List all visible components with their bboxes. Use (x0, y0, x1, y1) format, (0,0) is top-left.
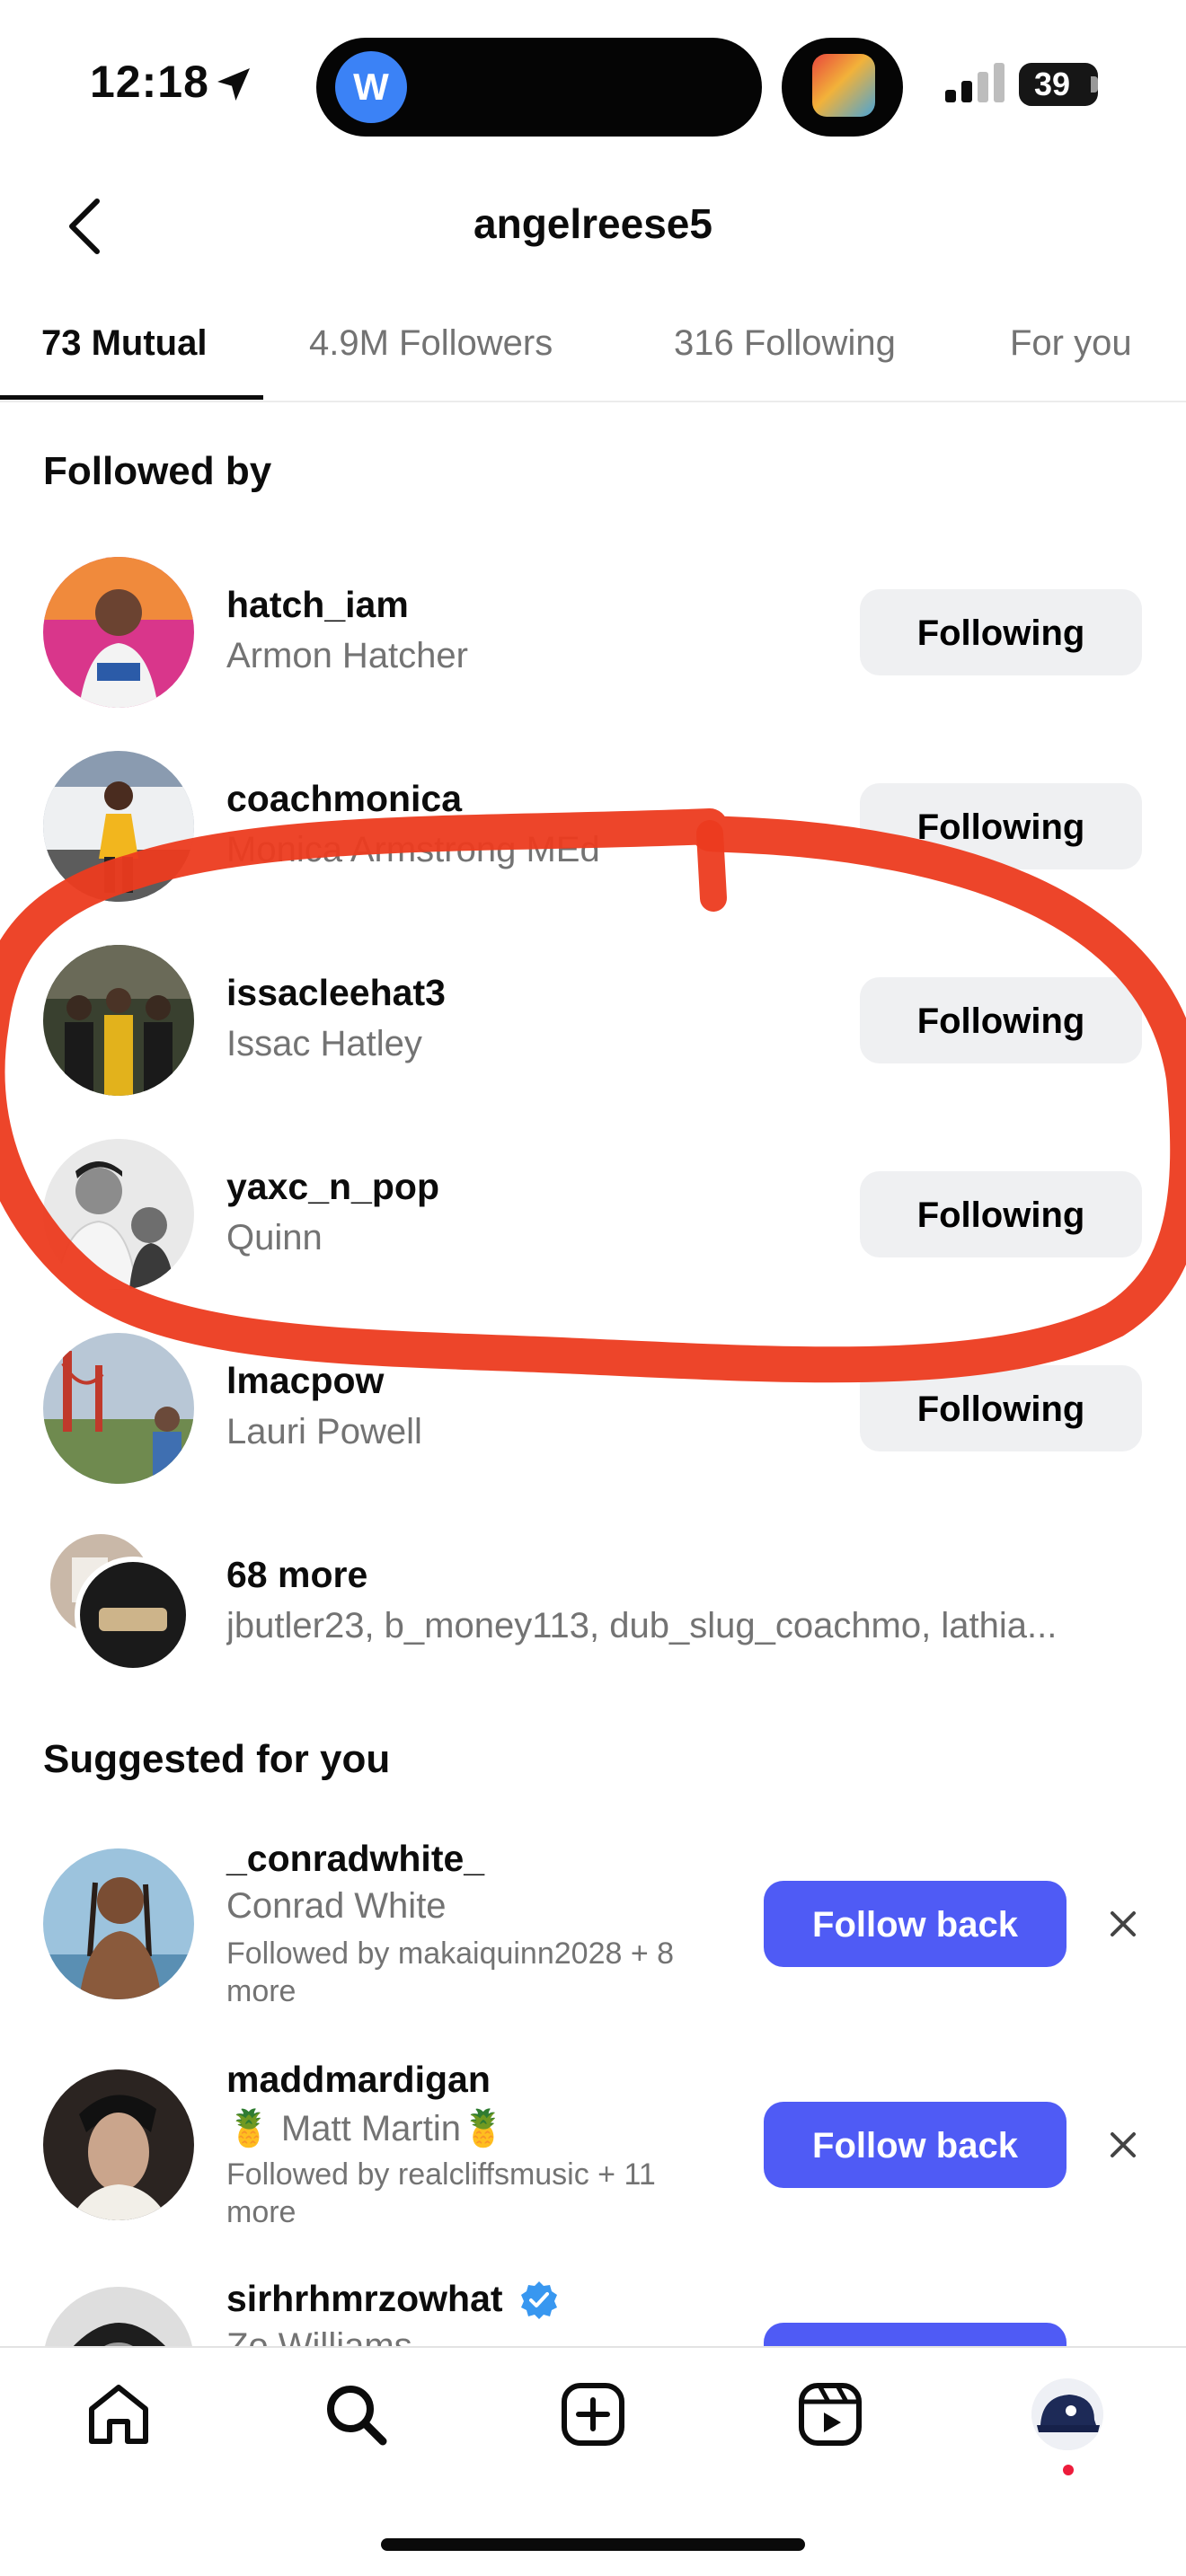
cellular-signal-icon (945, 63, 1005, 102)
username[interactable]: _conradwhite_ (226, 1838, 484, 1880)
username[interactable]: issacleehat3 (226, 972, 446, 1014)
stacked-avatars[interactable] (45, 1531, 198, 1674)
more-count[interactable]: 68 more (226, 1554, 367, 1596)
mutual-followers: Followed by makaiquinn2028 + 8 more (226, 1936, 675, 2008)
tabs-divider (0, 401, 1186, 402)
avatar[interactable] (43, 1139, 194, 1290)
tab-mutual[interactable]: 73 Mutual (41, 323, 207, 364)
full-name: Monica Armstrong MEd (226, 830, 600, 869)
username[interactable]: sirhrhmrzowhat (226, 2278, 503, 2320)
suggested-heading: Suggested for you (43, 1737, 391, 1781)
full-name: Lauri Powell (226, 1412, 422, 1451)
search-icon[interactable] (320, 2378, 392, 2450)
home-indicator[interactable] (381, 2538, 805, 2551)
tab-followers[interactable]: 4.9M Followers (309, 323, 553, 364)
profile-avatar[interactable] (1031, 2378, 1103, 2450)
more-usernames: jbutler23, b_money113, dub_slug_coachmo,… (226, 1606, 1058, 1645)
following-button[interactable]: Following (860, 1171, 1142, 1257)
follow-back-button[interactable]: Follow back (764, 2102, 1067, 2188)
active-tab-indicator (0, 395, 263, 400)
username[interactable]: hatch_iam (226, 584, 409, 626)
following-button[interactable]: Following (860, 783, 1142, 869)
avatar[interactable] (43, 1848, 194, 1999)
reels-icon[interactable] (794, 2378, 866, 2450)
followed-by-heading: Followed by (43, 449, 272, 493)
dismiss-icon[interactable] (1103, 2125, 1143, 2165)
follow-back-button[interactable]: Follow back (764, 1881, 1067, 1967)
battery-tip (1091, 76, 1098, 93)
notification-dot (1063, 2465, 1074, 2475)
following-button[interactable]: Following (860, 589, 1142, 675)
dismiss-icon[interactable] (1103, 1904, 1143, 1944)
username[interactable]: yaxc_n_pop (226, 1166, 439, 1208)
page-title: angelreese5 (474, 200, 712, 247)
island-app-badge: W (335, 51, 407, 123)
avatar[interactable] (43, 557, 194, 708)
status-time: 12:18 (90, 57, 209, 107)
avatar[interactable] (43, 945, 194, 1096)
battery-level: 39 (1033, 66, 1071, 102)
tab-following[interactable]: 316 Following (674, 323, 896, 364)
create-icon[interactable] (557, 2378, 629, 2450)
username[interactable]: coachmonica (226, 778, 462, 820)
tab-for-you[interactable]: For you (1010, 323, 1132, 364)
full-name: Conrad White (226, 1886, 447, 1926)
live-activity-thumbnail (812, 54, 875, 117)
following-button[interactable]: Following (860, 977, 1142, 1063)
mutual-followers: Followed by realcliffsmusic + 11 more (226, 2157, 656, 2229)
avatar[interactable] (43, 2069, 194, 2220)
full-name: Issac Hatley (226, 1024, 422, 1063)
full-name: Armon Hatcher (226, 636, 468, 675)
bottom-nav-divider (0, 2346, 1186, 2348)
following-button[interactable]: Following (860, 1365, 1142, 1451)
username[interactable]: maddmardigan (226, 2059, 491, 2101)
full-name: Quinn (226, 1218, 323, 1257)
home-icon[interactable] (83, 2378, 155, 2450)
location-arrow-icon (217, 68, 250, 101)
verified-badge-icon (521, 2281, 557, 2319)
username[interactable]: lmacpow (226, 1360, 384, 1402)
full-name: 🍍 Matt Martin🍍 (226, 2109, 506, 2148)
avatar[interactable] (43, 1333, 194, 1484)
avatar[interactable] (43, 751, 194, 902)
